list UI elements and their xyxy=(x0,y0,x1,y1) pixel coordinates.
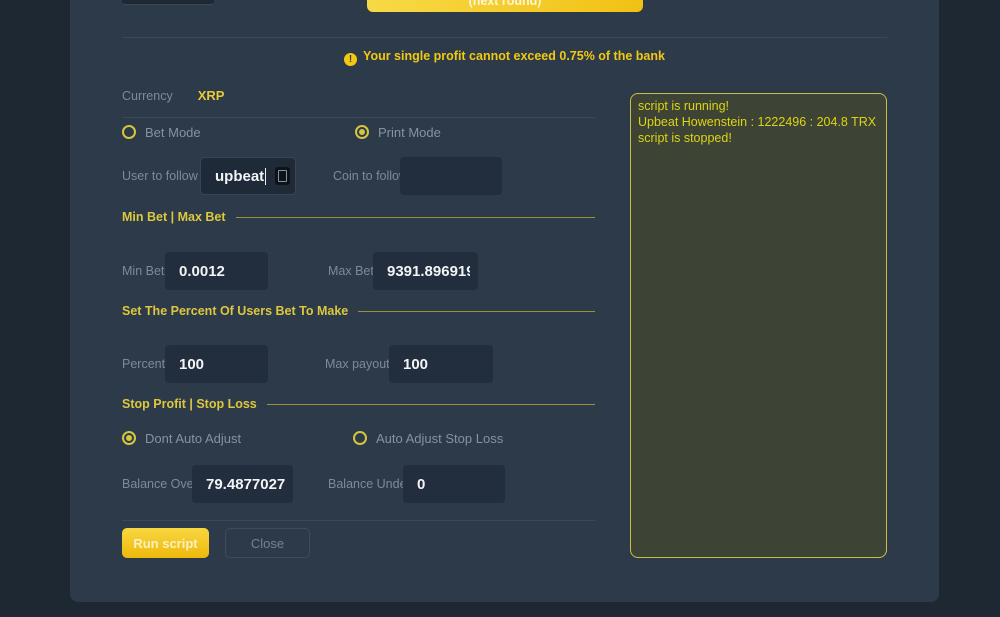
percent-input[interactable] xyxy=(165,345,268,383)
min-bet-input[interactable] xyxy=(165,252,268,290)
section-minmax: Min Bet | Max Bet xyxy=(122,209,595,225)
max-payout-input[interactable] xyxy=(389,345,493,383)
actions-row: Run script Close xyxy=(122,528,595,558)
console-line: script is stopped! xyxy=(638,130,879,146)
section-stop-title: Stop Profit | Stop Loss xyxy=(122,397,257,411)
balance-row: Balance Over Balance Under xyxy=(122,465,595,503)
script-dialog: (next round) ! Your single profit cannot … xyxy=(70,0,939,602)
print-mode-label: Print Mode xyxy=(378,125,441,140)
auto-adjust-radio[interactable] xyxy=(353,431,367,445)
print-mode-option[interactable]: Print Mode xyxy=(355,124,441,140)
section-stop: Stop Profit | Stop Loss xyxy=(122,396,595,412)
section-rule xyxy=(358,311,595,312)
dont-auto-adjust-label: Dont Auto Adjust xyxy=(145,431,241,446)
balance-over-input[interactable] xyxy=(192,465,293,503)
coin-to-follow-input[interactable] xyxy=(400,157,502,195)
dont-auto-adjust-option[interactable]: Dont Auto Adjust xyxy=(122,430,241,446)
warning-text: Your single profit cannot exceed 0.75% o… xyxy=(363,49,665,63)
currency-label: Currency xyxy=(122,89,173,103)
currency-value[interactable]: XRP xyxy=(198,88,225,103)
balance-under-label: Balance Under xyxy=(328,477,411,491)
divider xyxy=(122,117,595,118)
user-to-follow-label: User to follow xyxy=(122,169,198,183)
autofill-icon[interactable] xyxy=(275,167,290,185)
bet-mode-radio[interactable] xyxy=(122,125,136,139)
currency-row: Currency XRP xyxy=(122,88,595,103)
auto-adjust-option[interactable]: Auto Adjust Stop Loss xyxy=(353,430,503,446)
close-button[interactable]: Close xyxy=(225,528,310,558)
user-to-follow-input[interactable]: upbeat xyxy=(200,157,296,195)
percent-row: Percent Max payout xyxy=(122,345,595,383)
dont-auto-adjust-radio[interactable] xyxy=(122,431,136,445)
section-minmax-title: Min Bet | Max Bet xyxy=(122,210,226,224)
follow-row: User to follow upbeat Coin to follow xyxy=(122,157,595,195)
adjust-row: Dont Auto Adjust Auto Adjust Stop Loss xyxy=(122,430,595,446)
section-percent-title: Set The Percent Of Users Bet To Make xyxy=(122,304,348,318)
user-to-follow-value: upbeat xyxy=(215,168,264,185)
mode-row: Bet Mode Print Mode xyxy=(122,124,595,140)
console-line: Upbeat Howenstein : 1222496 : 204.8 TRX xyxy=(638,114,879,130)
min-bet-label: Min Bet xyxy=(122,264,164,278)
bet-mode-option[interactable]: Bet Mode xyxy=(122,124,201,140)
bet-limits-row: Min Bet Max Bet xyxy=(122,252,595,290)
divider xyxy=(122,520,595,521)
profit-warning: ! Your single profit cannot exceed 0.75% … xyxy=(122,49,887,66)
max-bet-input[interactable] xyxy=(373,252,478,290)
section-percent: Set The Percent Of Users Bet To Make xyxy=(122,303,595,319)
info-icon: ! xyxy=(344,53,357,66)
percent-label: Percent xyxy=(122,357,165,371)
text-caret xyxy=(265,168,266,185)
run-script-button[interactable]: Run script xyxy=(122,528,209,558)
balance-under-input[interactable] xyxy=(403,465,505,503)
script-console[interactable]: script is running! Upbeat Howenstein : 1… xyxy=(630,93,887,558)
next-round-button[interactable]: (next round) xyxy=(367,0,643,12)
bet-mode-label: Bet Mode xyxy=(145,125,201,140)
max-payout-label: Max payout xyxy=(325,357,390,371)
partial-input-remnant[interactable] xyxy=(122,0,214,5)
divider xyxy=(122,37,887,38)
balance-over-label: Balance Over xyxy=(122,477,198,491)
print-mode-radio[interactable] xyxy=(355,125,369,139)
coin-to-follow-label: Coin to follow xyxy=(333,169,408,183)
section-rule xyxy=(267,404,595,405)
section-rule xyxy=(236,217,595,218)
auto-adjust-label: Auto Adjust Stop Loss xyxy=(376,431,503,446)
max-bet-label: Max Bet xyxy=(328,264,374,278)
next-round-button-label: (next round) xyxy=(367,0,643,8)
console-line: script is running! xyxy=(638,98,879,114)
